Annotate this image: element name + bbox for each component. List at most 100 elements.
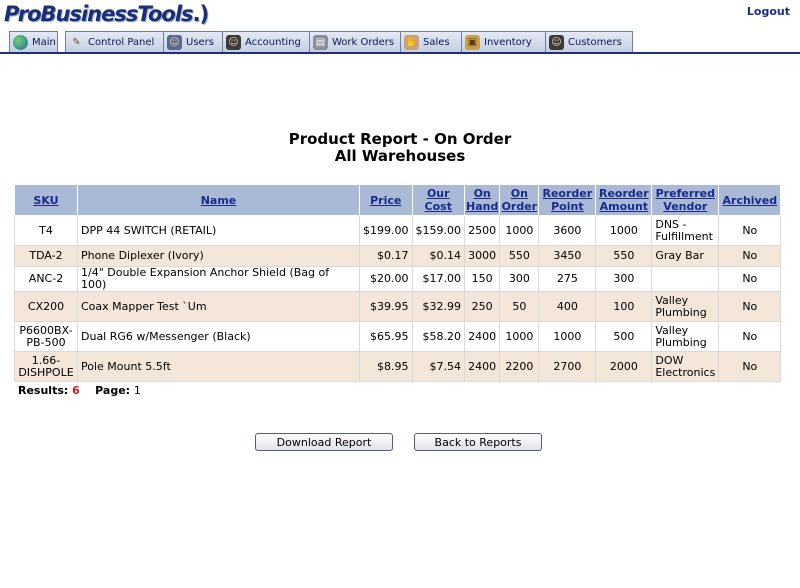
cell-price: $199.00 xyxy=(359,215,413,246)
cell-name: DPP 44 SWITCH (RETAIL) xyxy=(77,215,360,246)
column-header-on-order[interactable]: On Order xyxy=(499,184,540,216)
cell-name: 1/4" Double Expansion Anchor Shield (Bag… xyxy=(77,266,360,292)
work-orders-icon: ▤ xyxy=(313,34,328,50)
cell-price: $20.00 xyxy=(359,266,413,292)
cell-on-order: 550 xyxy=(499,245,540,267)
globe-icon xyxy=(13,34,28,50)
tab-label: Work Orders xyxy=(332,36,395,48)
cell-sku: P6600BX- PB-500 xyxy=(14,321,78,352)
column-header-sku[interactable]: SKU xyxy=(14,184,78,216)
cell-cost: $58.20 xyxy=(411,321,465,352)
tab-label: Control Panel xyxy=(88,36,155,48)
logo-suffix: .) xyxy=(192,2,210,26)
cell-on-order: 300 xyxy=(499,266,540,292)
cell-reorder-amount: 1000 xyxy=(595,215,653,246)
cell-reorder-point: 3600 xyxy=(538,215,597,246)
cell-vendor: Valley Plumbing xyxy=(651,291,720,322)
cell-archived: No xyxy=(718,291,782,322)
tab-customers[interactable]: ☺ Customers xyxy=(545,31,633,52)
cell-reorder-point: 400 xyxy=(538,291,597,322)
cell-price: $39.95 xyxy=(359,291,413,322)
tab-main[interactable]: Main xyxy=(9,31,58,52)
tab-control-panel[interactable]: ✎ Control Panel xyxy=(65,31,165,52)
tab-label: Main xyxy=(32,36,56,48)
cell-on-hand: 3000 xyxy=(463,245,501,267)
cell-price: $65.95 xyxy=(359,321,413,352)
cell-on-hand: 2500 xyxy=(463,215,501,246)
cell-reorder-amount: 100 xyxy=(595,291,653,322)
cell-reorder-point: 275 xyxy=(538,266,597,292)
page-number: 1 xyxy=(133,384,141,397)
column-header-reorder-point[interactable]: Reorder Point xyxy=(538,184,597,216)
cell-reorder-point: 2700 xyxy=(538,351,597,382)
inventory-icon: ▣ xyxy=(465,34,480,50)
cell-archived: No xyxy=(718,266,782,292)
report-subtitle: All Warehouses xyxy=(334,147,466,165)
cell-cost: $32.99 xyxy=(411,291,465,322)
cell-cost: $7.54 xyxy=(411,351,465,382)
cell-vendor: Valley Plumbing xyxy=(651,321,720,352)
tab-label: Users xyxy=(186,36,215,48)
tab-label: Customers xyxy=(568,36,622,48)
tab-inventory[interactable]: ▣ Inventory xyxy=(461,31,547,52)
cell-sku: 1.66- DISHPOLE xyxy=(14,351,78,382)
column-header-our-cost[interactable]: Our Cost xyxy=(411,184,465,216)
column-header-price[interactable]: Price xyxy=(359,184,413,216)
accountant-icon: ☺ xyxy=(226,34,241,50)
report-title: Product Report - On Order xyxy=(288,130,512,148)
cell-vendor: DOW Electronics xyxy=(651,351,720,382)
table-row: CX200 Coax Mapper Test `Um $39.95 $32.99… xyxy=(14,291,782,322)
cell-reorder-amount: 300 xyxy=(595,266,653,292)
column-header-preferred-vendor[interactable]: Preferred Vendor xyxy=(651,184,720,216)
table-row: T4 DPP 44 SWITCH (RETAIL) $199.00 $159.0… xyxy=(14,215,782,246)
page-label: Page: xyxy=(95,384,131,397)
cell-name: Phone Diplexer (Ivory) xyxy=(77,245,360,267)
logo-text: ProBusinessTools xyxy=(4,2,194,26)
cell-reorder-amount: 2000 xyxy=(595,351,653,382)
product-report-table: SKU Name Price Our Cost On Hand On Order Re… xyxy=(14,184,782,382)
back-to-reports-button[interactable]: Back to Reports xyxy=(414,433,542,451)
download-report-button[interactable]: Download Report xyxy=(255,433,393,451)
results-summary: Results: 6 Page: 1 xyxy=(18,384,141,397)
app-header: ProBusinessTools.) Logout Main ✎ Control… xyxy=(0,0,800,54)
cell-vendor: DNS - Fulfillment xyxy=(651,215,720,246)
cell-vendor xyxy=(651,266,720,292)
column-header-on-hand[interactable]: On Hand xyxy=(463,184,501,216)
cell-on-hand: 150 xyxy=(463,266,501,292)
cell-sku: ANC-2 xyxy=(14,266,78,292)
tab-label: Sales xyxy=(423,36,450,48)
users-icon: ☺ xyxy=(167,34,182,50)
table-row: TDA-2 Phone Diplexer (Ivory) $0.17 $0.14… xyxy=(14,245,782,267)
results-label: Results: xyxy=(18,384,69,397)
cell-archived: No xyxy=(718,321,782,352)
tab-work-orders[interactable]: ▤ Work Orders xyxy=(309,31,402,52)
tab-sales[interactable]: ✋ Sales xyxy=(400,31,463,52)
tab-accounting[interactable]: ☺ Accounting xyxy=(222,31,311,52)
cell-cost: $0.14 xyxy=(411,245,465,267)
cell-reorder-amount: 500 xyxy=(595,321,653,352)
tab-users[interactable]: ☺ Users xyxy=(163,31,224,52)
logout-link[interactable]: Logout xyxy=(747,5,790,18)
tab-label: Accounting xyxy=(245,36,301,48)
table-row: ANC-2 1/4" Double Expansion Anchor Shiel… xyxy=(14,266,782,292)
cell-archived: No xyxy=(718,245,782,267)
cell-on-order: 50 xyxy=(499,291,540,322)
column-header-archived[interactable]: Archived xyxy=(718,184,782,216)
cell-reorder-point: 1000 xyxy=(538,321,597,352)
cell-on-hand: 2400 xyxy=(463,321,501,352)
customers-icon: ☺ xyxy=(549,34,564,50)
cell-price: $0.17 xyxy=(359,245,413,267)
cell-archived: No xyxy=(718,351,782,382)
column-header-reorder-amount[interactable]: Reorder Amount xyxy=(595,184,653,216)
cell-on-order: 2200 xyxy=(499,351,540,382)
table-row: 1.66- DISHPOLE Pole Mount 5.5ft $8.95 $7.… xyxy=(14,351,782,382)
results-count: 6 xyxy=(72,384,80,397)
cell-name: Coax Mapper Test `Um xyxy=(77,291,360,322)
nav-divider xyxy=(0,52,800,54)
column-header-name[interactable]: Name xyxy=(77,184,360,216)
sales-icon: ✋ xyxy=(404,34,419,50)
cell-reorder-point: 3450 xyxy=(538,245,597,267)
cell-on-hand: 2400 xyxy=(463,351,501,382)
app-logo[interactable]: ProBusinessTools.) xyxy=(4,2,210,26)
tab-label: Inventory xyxy=(484,36,532,48)
